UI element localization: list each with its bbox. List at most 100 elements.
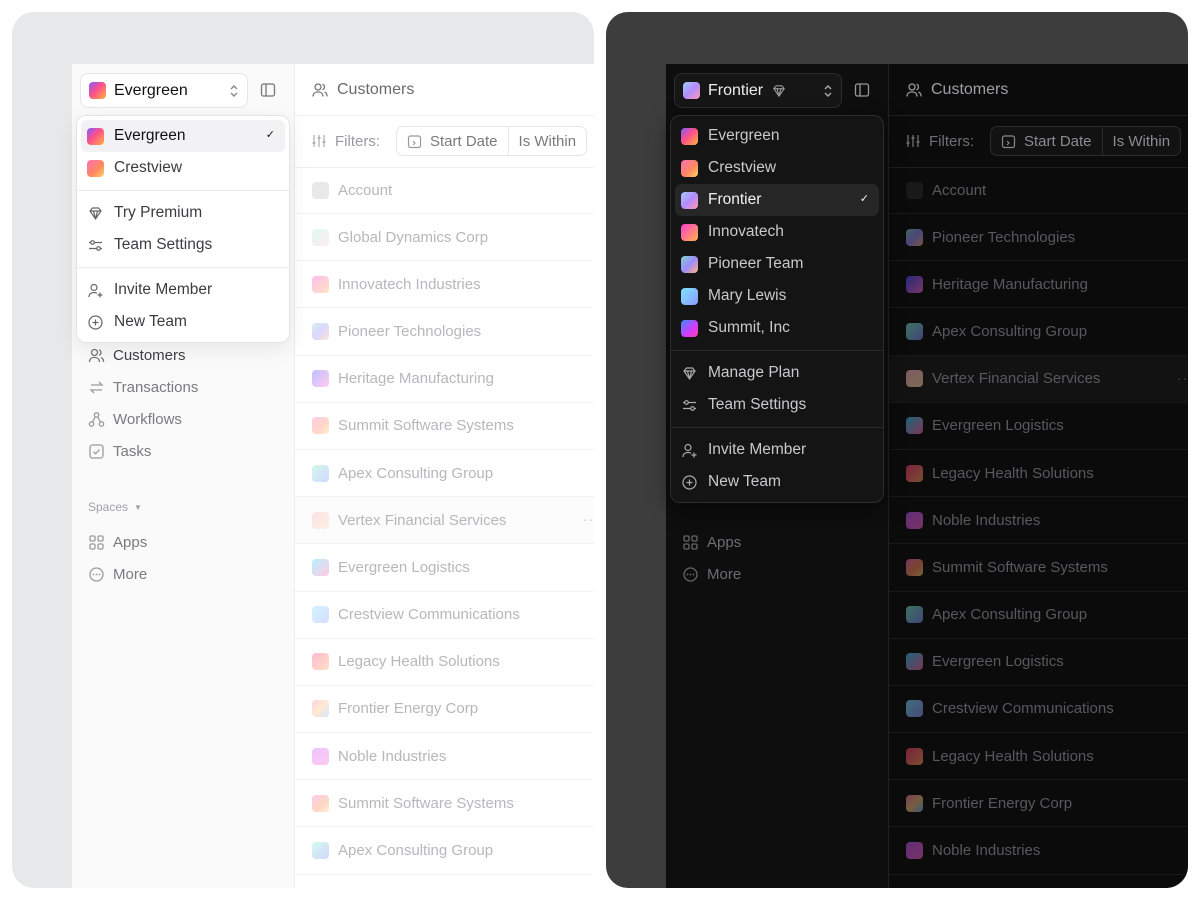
table-row[interactable]: Noble Industries <box>295 733 594 781</box>
table-row[interactable]: Innovatech Industries <box>295 261 594 309</box>
table-row[interactable]: Apex Consulting Group <box>889 592 1188 639</box>
spaces-section-header[interactable]: Spaces ▼ <box>88 500 142 514</box>
menu-item-team-pioneer[interactable]: Pioneer Team <box>675 248 879 280</box>
table-row[interactable]: Evergreen Logistics <box>889 403 1188 450</box>
account-icon <box>906 182 923 199</box>
menu-item-invite-member[interactable]: Invite Member <box>675 434 879 466</box>
team-logo-icon <box>89 82 106 99</box>
team-switcher[interactable]: Evergreen <box>80 73 248 108</box>
team-logo-icon <box>681 255 698 273</box>
menu-item-label: Evergreen <box>114 127 186 144</box>
company-name: Pioneer Technologies <box>932 228 1076 246</box>
check-icon: ✓ <box>265 129 275 141</box>
sidebar-item-workflows[interactable]: Workflows <box>80 403 287 435</box>
table-row[interactable]: Frontier Energy Corp <box>295 686 594 734</box>
sidebar-item-tasks[interactable]: Tasks <box>80 435 287 467</box>
row-more-icon[interactable]: ·· <box>1177 370 1188 386</box>
menu-item-team-frontier[interactable]: Frontier ✓ <box>675 184 879 216</box>
table-row[interactable]: Apex Consulting Group <box>889 308 1188 356</box>
company-logo-icon <box>312 511 329 529</box>
sidebar-item-apps[interactable]: Apps <box>674 526 881 558</box>
column-header: Account <box>338 182 393 199</box>
company-name: Summit Software Systems <box>932 558 1108 576</box>
menu-item-team-evergreen[interactable]: Evergreen ✓ <box>81 120 285 152</box>
table-row[interactable]: Summit Software Systems <box>889 544 1188 592</box>
team-logo-icon <box>683 82 700 99</box>
company-logo-icon <box>312 794 329 812</box>
list-header: Account <box>295 168 594 214</box>
table-row[interactable]: Legacy Health Solutions <box>295 639 594 686</box>
menu-item-label: Crestview <box>114 159 183 176</box>
table-row[interactable]: Summit Software Systems <box>295 403 594 450</box>
team-logo-icon <box>681 287 698 305</box>
team-logo-icon <box>87 159 104 177</box>
diamond-icon <box>683 366 696 380</box>
company-logo-icon <box>312 228 329 246</box>
table-row[interactable]: Legacy Health Solutions <box>889 733 1188 781</box>
menu-item-team-summit[interactable]: Summit, Inc <box>675 312 879 344</box>
company-logo-icon <box>906 370 923 388</box>
table-row[interactable]: Heritage Manufacturing <box>295 356 594 403</box>
filter-chip[interactable]: Start Date Is Within <box>990 126 1182 156</box>
sidebar-toggle-icon[interactable] <box>854 82 870 98</box>
team-switcher[interactable]: Frontier <box>674 73 842 108</box>
calendar-icon <box>407 134 422 148</box>
table-row[interactable]: Vertex Financial Services ·· <box>295 497 594 545</box>
table-row[interactable]: Global Dynamics Corp <box>295 214 594 262</box>
filter-field-label: Start Date <box>430 132 498 150</box>
team-switcher-label: Frontier <box>708 81 764 99</box>
table-row[interactable]: Crestview Communications <box>295 592 594 639</box>
table-row[interactable]: Crestview Communications <box>889 686 1188 734</box>
table-row[interactable]: Apex Consulting Group <box>295 450 594 498</box>
sidebar-item-transactions[interactable]: Transactions <box>80 371 287 403</box>
users-icon <box>312 83 328 97</box>
menu-item-label: Invite Member <box>114 281 213 298</box>
filter-operator[interactable]: Is Within <box>1101 127 1181 155</box>
menu-item-team-innovatech[interactable]: Innovatech <box>675 216 879 248</box>
filter-field[interactable]: Start Date <box>397 127 508 155</box>
menu-item-team-mary-lewis[interactable]: Mary Lewis <box>675 280 879 312</box>
sidebar-item-customers[interactable]: Customers <box>80 339 287 371</box>
sidebar-item-more[interactable]: More <box>674 558 881 590</box>
table-row[interactable]: Pioneer Technologies <box>889 214 1188 262</box>
menu-item-invite-member[interactable]: Invite Member <box>81 274 285 306</box>
table-row[interactable]: Legacy Health Solutions <box>889 450 1188 498</box>
table-row[interactable]: Evergreen Logistics <box>295 544 594 592</box>
sidebar-item-apps[interactable]: Apps <box>80 526 287 558</box>
menu-item-manage-plan[interactable]: Manage Plan <box>675 357 879 389</box>
table-row[interactable]: Evergreen Logistics <box>889 639 1188 686</box>
table-row[interactable]: Frontier Energy Corp <box>889 780 1188 828</box>
team-switcher-label: Evergreen <box>114 81 188 99</box>
menu-item-new-team[interactable]: New Team <box>675 466 879 498</box>
row-more-icon[interactable]: ·· <box>583 511 594 527</box>
menu-item-team-settings[interactable]: Team Settings <box>81 229 285 261</box>
sidebar-toggle-icon[interactable] <box>260 82 276 98</box>
table-row[interactable]: Heritage Manufacturing <box>889 261 1188 309</box>
table-row[interactable]: Summit Software Systems <box>295 780 594 828</box>
table-row[interactable]: Noble Industries <box>889 497 1188 545</box>
menu-item-label: Pioneer Team <box>708 255 804 272</box>
table-row[interactable]: Pioneer Technologies <box>295 308 594 356</box>
menu-item-team-settings[interactable]: Team Settings <box>675 389 879 421</box>
team-logo-icon <box>681 319 698 337</box>
table-row[interactable]: Apex Consulting Group <box>295 827 594 875</box>
sliders-icon <box>89 239 102 251</box>
sidebar-item-more[interactable]: More <box>80 558 287 590</box>
company-name: Summit Software Systems <box>338 794 514 812</box>
customer-list: Account Pioneer Technologies Heritage Ma… <box>889 168 1188 875</box>
table-row[interactable]: Noble Industries <box>889 827 1188 875</box>
filter-field[interactable]: Start Date <box>991 127 1102 155</box>
filter-chip[interactable]: Start Date Is Within <box>396 126 588 156</box>
menu-item-team-crestview[interactable]: Crestview <box>81 152 285 184</box>
checkbox-icon <box>89 443 104 459</box>
menu-item-try-premium[interactable]: Try Premium <box>81 197 285 229</box>
menu-item-team-evergreen[interactable]: Evergreen <box>675 120 879 152</box>
light-theme-preview: Evergreen Customers Transactions Workflo… <box>12 12 594 888</box>
menu-item-team-crestview[interactable]: Crestview <box>675 152 879 184</box>
menu-item-new-team[interactable]: New Team <box>81 306 285 338</box>
menu-item-label: New Team <box>708 473 781 490</box>
spaces-nav: Apps More <box>80 526 287 590</box>
filter-operator[interactable]: Is Within <box>507 127 587 155</box>
table-row[interactable]: Vertex Financial Services ·· <box>889 355 1188 403</box>
sidebar-item-label: Tasks <box>113 442 152 460</box>
